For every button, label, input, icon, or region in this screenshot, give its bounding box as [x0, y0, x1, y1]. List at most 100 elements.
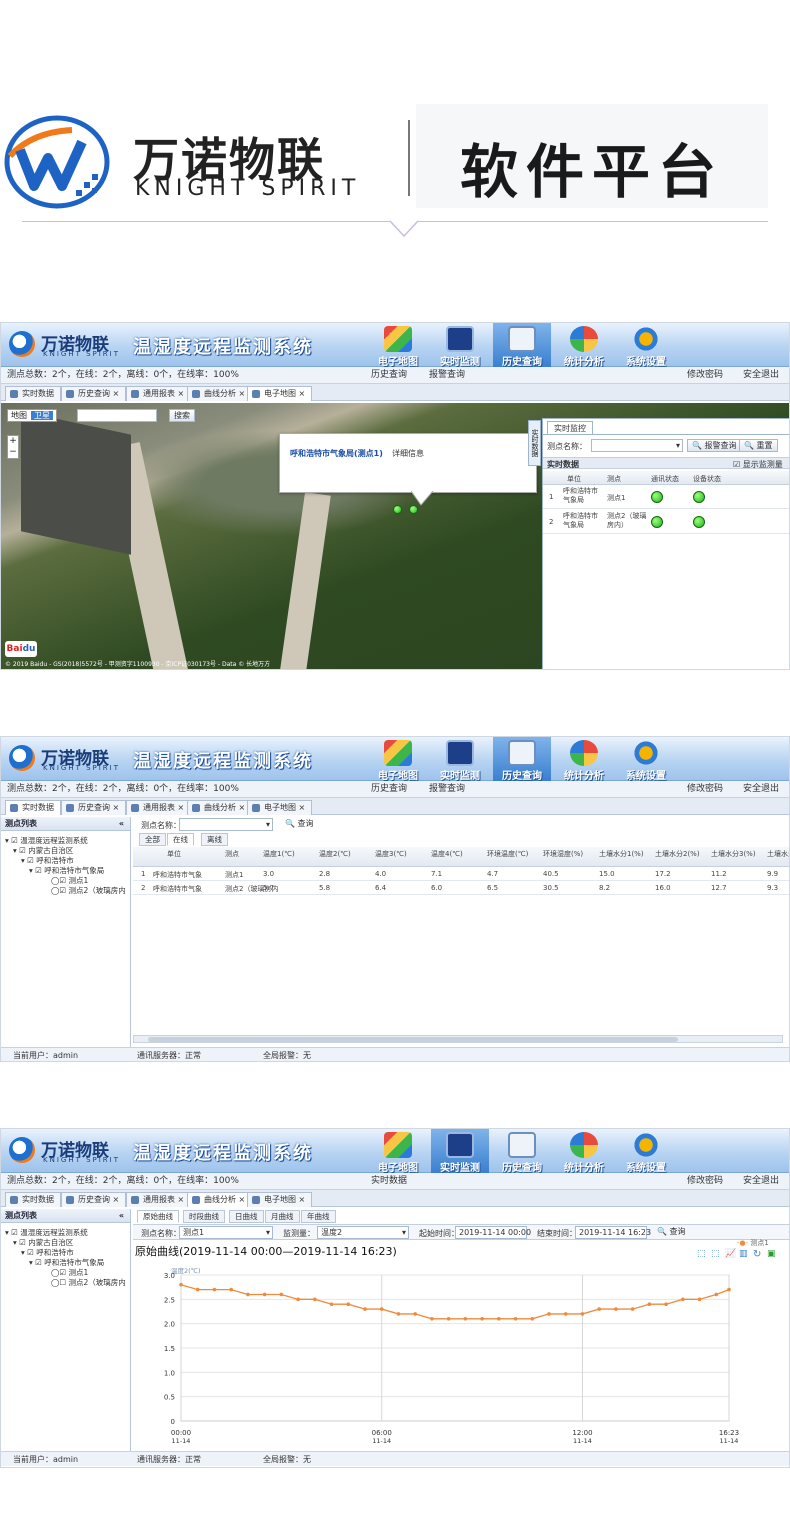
nav-settings[interactable]: 系统设置 — [617, 737, 675, 782]
subtab-raw[interactable]: 原始曲线 — [137, 1210, 179, 1223]
monitor-select[interactable]: 温度2 ▾ — [317, 1226, 409, 1239]
table-row[interactable]: 2 呼和浩特市气象 测点2（玻璃房内 5.7 5.8 6.4 6.0 6.5 30.5 8.2 16… — [133, 881, 789, 895]
map-type-toggle[interactable]: 地图 卫星 — [7, 409, 57, 422]
modify-password-link[interactable]: 修改密码 — [687, 781, 723, 798]
col-header[interactable]: 土壤水分2(%) — [655, 850, 703, 858]
tab-report[interactable]: 通用报表 × — [126, 800, 192, 815]
show-monitor-checkbox[interactable]: ☑ 显示监测量 — [733, 459, 783, 470]
logout-link[interactable]: 安全退出 — [743, 781, 779, 798]
nav-realtime[interactable]: 实时监测 — [431, 1129, 489, 1174]
col-header[interactable]: 温度4(℃) — [431, 850, 479, 858]
modify-password-link[interactable]: 修改密码 — [687, 367, 723, 384]
subtab-offline[interactable]: 离线 — [201, 833, 228, 846]
col-header[interactable]: 土壤水分4(%) — [767, 850, 789, 858]
map-marker-point1[interactable] — [409, 505, 418, 514]
nav-stats[interactable]: 统计分析 — [555, 1129, 613, 1174]
popup-detail-link[interactable]: 详细信息 — [392, 448, 424, 459]
start-time-input[interactable]: 2019-11-14 00:00 — [455, 1226, 531, 1239]
horizontal-scrollbar[interactable] — [133, 1035, 783, 1043]
modify-password-link[interactable]: 修改密码 — [687, 1173, 723, 1190]
map-search-button[interactable]: 搜索 — [169, 409, 195, 422]
line-chart[interactable]: 温度2(℃)00.51.01.52.02.53.000:0011-1406:00… — [133, 1263, 790, 1451]
tab-map[interactable]: 电子地图 × — [247, 800, 313, 815]
col-header[interactable]: 土壤水分3(%) — [711, 850, 759, 858]
subtab-month[interactable]: 月曲线 — [265, 1210, 300, 1223]
save-icon[interactable]: ▣ — [767, 1249, 776, 1259]
end-time-input[interactable]: 2019-11-14 16:23 — [575, 1226, 651, 1239]
nav-history[interactable]: 历史查询 — [493, 323, 551, 368]
collapse-icon[interactable]: « — [119, 1209, 130, 1223]
point-name-select[interactable]: ▾ — [591, 439, 683, 452]
tab-realtime[interactable]: 实时数据 — [5, 800, 61, 815]
point-select[interactable]: 测点1 ▾ — [179, 1226, 273, 1239]
bar-chart-icon[interactable]: ▥ — [739, 1249, 748, 1259]
nav-settings[interactable]: 系统设置 — [617, 323, 675, 368]
alarm-query-button[interactable]: 🔍 报警查询 — [687, 439, 742, 452]
chart-legend[interactable]: -●- 测点1 — [737, 1238, 769, 1248]
nav-map[interactable]: 电子地图 — [369, 323, 427, 368]
nav-settings[interactable]: 系统设置 — [617, 1129, 675, 1174]
col-header[interactable]: 温度2(℃) — [319, 850, 367, 858]
tab-curve[interactable]: 曲线分析 × — [187, 386, 253, 401]
collapse-icon[interactable]: « — [119, 817, 130, 831]
zoom-icon[interactable]: ⬚ — [697, 1249, 706, 1259]
nav-realtime[interactable]: 实时监测 — [431, 323, 489, 368]
reset-button[interactable]: 🔍 重置 — [739, 439, 778, 452]
nav-map[interactable]: 电子地图 — [369, 1129, 427, 1174]
tab-realtime[interactable]: 实时数据 — [5, 386, 61, 401]
subtab-all[interactable]: 全部 — [139, 833, 166, 846]
tree-node-point2[interactable]: ◯☑ 测点2（玻璃房内 — [51, 885, 126, 896]
row-value: 6.4 — [375, 884, 387, 892]
logout-link[interactable]: 安全退出 — [743, 367, 779, 384]
tab-history[interactable]: 历史查询 × — [61, 800, 127, 815]
subtab-year[interactable]: 年曲线 — [301, 1210, 336, 1223]
query-button[interactable]: 🔍 查询 — [281, 818, 318, 831]
subtab-day[interactable]: 日曲线 — [229, 1210, 264, 1223]
table-row[interactable]: 1 呼和浩特市气象 测点1 3.0 2.8 4.0 7.1 4.7 40.5 15.0 17.2 11… — [133, 867, 789, 881]
map-search-input[interactable] — [77, 409, 157, 422]
refresh-icon[interactable]: ↻ — [753, 1249, 761, 1260]
point-name-select[interactable]: ▾ — [179, 818, 273, 831]
link-alarm[interactable]: 报警查询 — [429, 781, 465, 798]
tab-history[interactable]: 历史查询 × — [61, 386, 127, 401]
table-row[interactable]: 1 呼和浩特市气象局 测点1 — [543, 485, 789, 509]
link-history[interactable]: 历史查询 — [371, 781, 407, 798]
tab-curve[interactable]: 曲线分析 × — [187, 800, 253, 815]
tab-map[interactable]: 电子地图 × — [247, 1192, 313, 1207]
zoom-control[interactable]: + − — [7, 435, 19, 459]
nav-history[interactable]: 历史查询 — [493, 1129, 551, 1174]
subtab-online[interactable]: 在线 — [167, 833, 194, 846]
tab-report[interactable]: 通用报表 × — [126, 386, 192, 401]
table-row[interactable]: 2 呼和浩特市气象局 测点2（玻璃房内） — [543, 510, 789, 534]
tab-realtime[interactable]: 实时数据 — [5, 1192, 61, 1207]
query-button[interactable]: 🔍 查询 — [653, 1226, 690, 1239]
nav-stats[interactable]: 统计分析 — [555, 737, 613, 782]
tab-report[interactable]: 通用报表 × — [126, 1192, 192, 1207]
link-alarm[interactable]: 报警查询 — [429, 367, 465, 384]
nav-history[interactable]: 历史查询 — [493, 737, 551, 782]
col-header[interactable]: 环境温度(℃) — [487, 850, 535, 858]
tree-node-point2[interactable]: ◯☐ 测点2（玻璃房内 — [51, 1277, 126, 1288]
zoom-out-button[interactable]: − — [8, 447, 18, 458]
panel-tab[interactable]: 实时监控 — [547, 421, 593, 435]
tab-history[interactable]: 历史查询 × — [61, 1192, 127, 1207]
col-header[interactable]: 土壤水分1(%) — [599, 850, 647, 858]
col-header[interactable]: 温度1(℃) — [263, 850, 311, 858]
col-header[interactable]: 温度3(℃) — [375, 850, 423, 858]
panel-side-toggle[interactable]: 实时数据 — [528, 420, 541, 466]
tab-map[interactable]: 电子地图 × — [247, 386, 313, 401]
logout-link[interactable]: 安全退出 — [743, 1173, 779, 1190]
nav-stats[interactable]: 统计分析 — [555, 323, 613, 368]
zoom-in-button[interactable]: + — [8, 436, 18, 447]
col-header[interactable]: 环境湿度(%) — [543, 850, 591, 858]
subtab-period[interactable]: 时段曲线 — [183, 1210, 225, 1223]
map-marker-point2[interactable] — [393, 505, 402, 514]
link-history[interactable]: 历史查询 — [371, 367, 407, 384]
line-chart-icon[interactable]: 📈 — [725, 1249, 736, 1259]
nav-map[interactable]: 电子地图 — [369, 737, 427, 782]
tab-curve[interactable]: 曲线分析 × — [187, 1192, 253, 1207]
col-header[interactable]: 单位 — [167, 850, 215, 858]
realtime-data-label[interactable]: 实时数据 — [371, 1173, 407, 1190]
nav-realtime[interactable]: 实时监测 — [431, 737, 489, 782]
zoom-reset-icon[interactable]: ⬚ — [711, 1249, 720, 1259]
